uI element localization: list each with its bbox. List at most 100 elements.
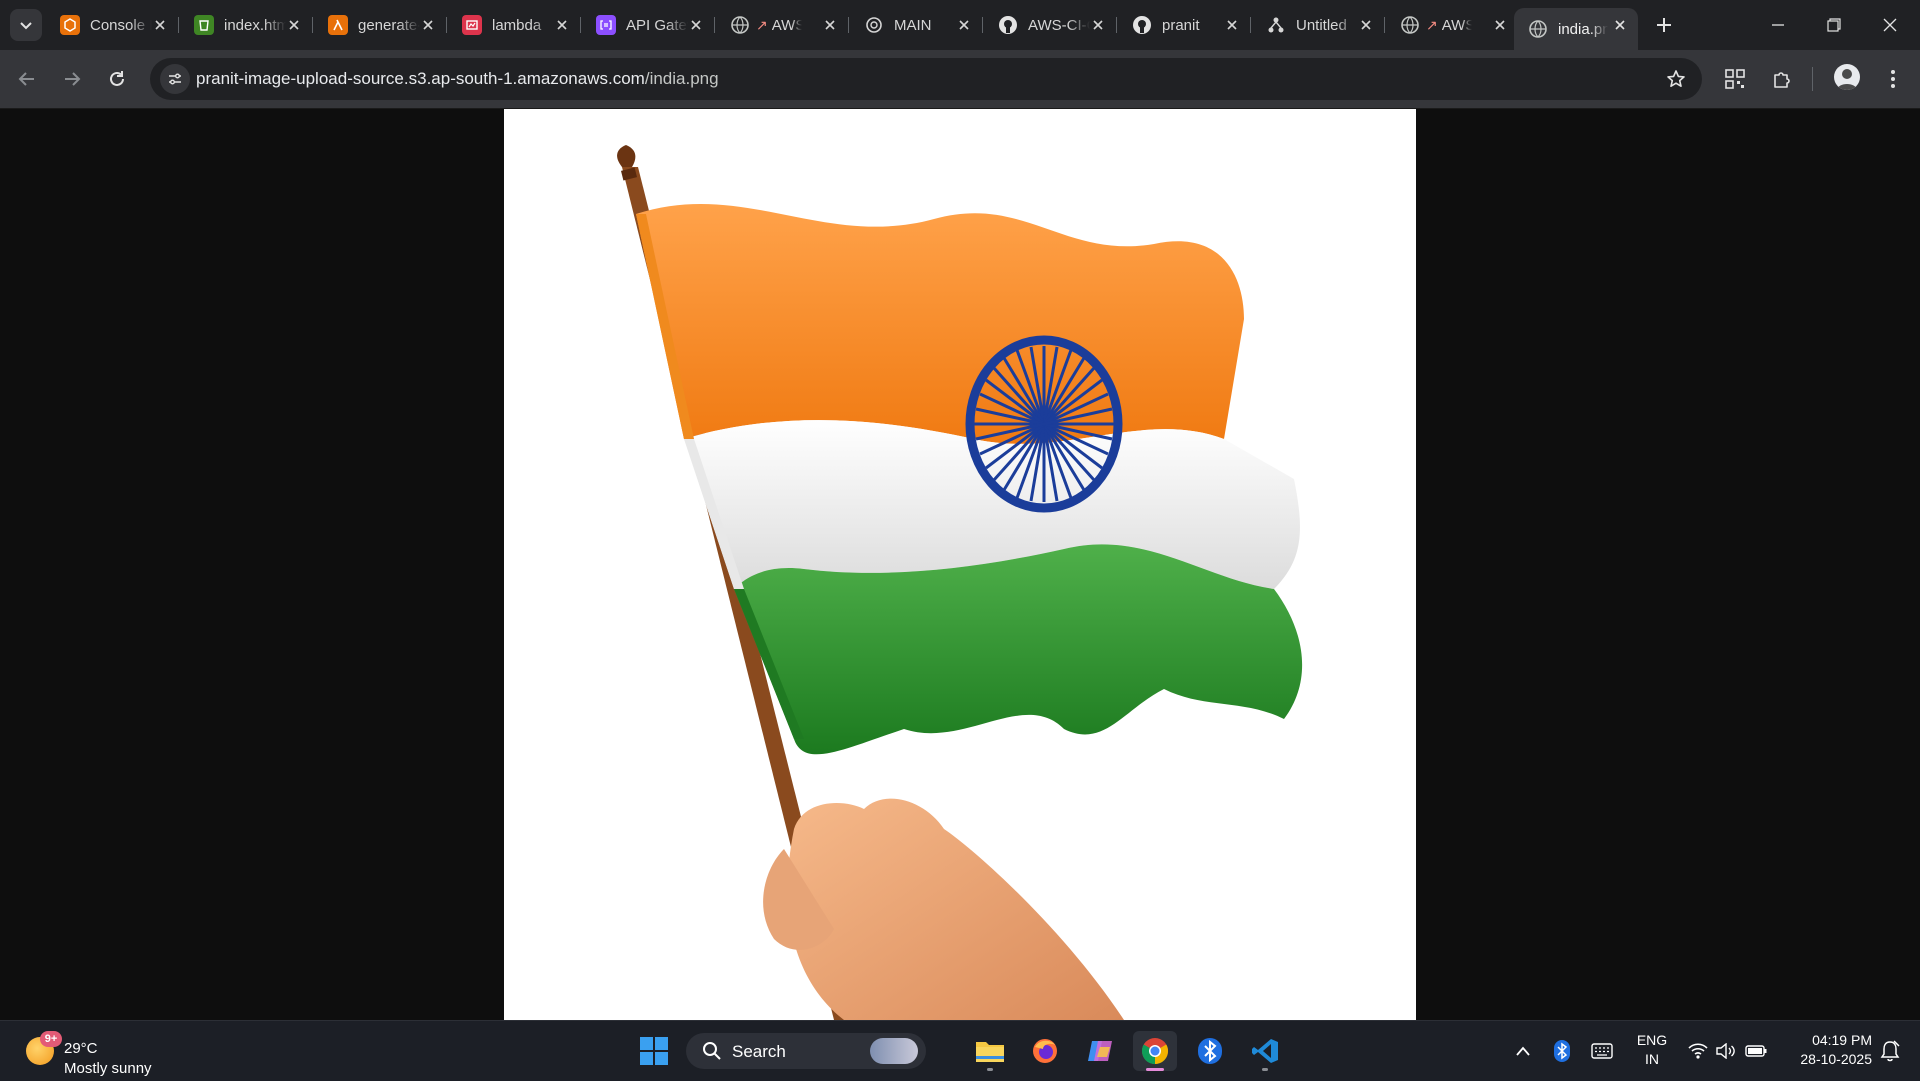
- vscode-app[interactable]: [1243, 1031, 1287, 1071]
- close-icon[interactable]: [1222, 15, 1242, 35]
- minimize-button[interactable]: [1750, 0, 1806, 50]
- file-explorer-app[interactable]: [968, 1031, 1012, 1071]
- reload-button[interactable]: [102, 64, 132, 94]
- tab-strip: Console Home index.html generate-thumbna…: [0, 0, 1920, 50]
- close-icon[interactable]: [150, 15, 170, 35]
- close-icon[interactable]: [284, 15, 304, 35]
- tab-title: Console Home: [90, 16, 152, 34]
- tab-console-home[interactable]: Console Home: [46, 8, 179, 42]
- tab-pranit[interactable]: pranit: [1118, 8, 1251, 42]
- tab-aws-1[interactable]: ↗ AWS: [716, 8, 849, 42]
- weather-widget[interactable]: 9+ 29°C Mostly sunny: [24, 1029, 184, 1077]
- language-region: IN: [1645, 1051, 1659, 1067]
- diagram-icon: [1266, 15, 1286, 35]
- vscode-icon: [1252, 1039, 1278, 1063]
- page-viewport: [0, 109, 1920, 1020]
- close-icon[interactable]: [1088, 15, 1108, 35]
- tab-index-html[interactable]: index.html: [180, 8, 313, 42]
- plus-icon: [1657, 18, 1671, 32]
- bluetooth-icon: [1198, 1038, 1222, 1064]
- close-icon[interactable]: [1356, 15, 1376, 35]
- copilot-app[interactable]: [1078, 1031, 1122, 1071]
- tab-aws-ci-cd[interactable]: AWS-CI-CD: [984, 8, 1117, 42]
- restore-button[interactable]: [1806, 0, 1862, 50]
- system-clock[interactable]: 04:19 PM 28-10-2025: [1772, 1031, 1872, 1069]
- profile-avatar[interactable]: [1834, 64, 1860, 90]
- taskbar-search[interactable]: Search: [686, 1033, 926, 1069]
- url-text[interactable]: pranit-image-upload-source.s3.ap-south-1…: [196, 69, 719, 89]
- windows-logo-icon: [640, 1037, 668, 1065]
- firefox-app[interactable]: [1023, 1031, 1067, 1071]
- tray-bluetooth[interactable]: [1548, 1033, 1576, 1069]
- url-path: /india.png: [644, 69, 719, 88]
- url-host: pranit-image-upload-source.s3.ap-south-1…: [196, 69, 645, 88]
- arrow-right-icon: [65, 72, 81, 86]
- close-icon[interactable]: [418, 15, 438, 35]
- close-icon[interactable]: [1490, 15, 1510, 35]
- tab-title: generate-thumbnail: [358, 16, 420, 34]
- site-info-icon[interactable]: [160, 64, 190, 94]
- more-vertical-icon: [1891, 70, 1895, 88]
- windows-taskbar: 9+ 29°C Mostly sunny Search ENG IN 04:19…: [0, 1020, 1920, 1081]
- qr-code-button[interactable]: [1720, 64, 1750, 94]
- search-icon: [703, 1042, 721, 1060]
- tab-untitled[interactable]: Untitled: [1252, 8, 1385, 42]
- aws-console-icon: [60, 15, 80, 35]
- bookmark-star-icon[interactable]: [1664, 67, 1688, 91]
- back-button[interactable]: [12, 64, 42, 94]
- tab-generate-thumbnail[interactable]: generate-thumbnail: [314, 8, 447, 42]
- close-icon[interactable]: [954, 15, 974, 35]
- tray-keyboard[interactable]: [1588, 1033, 1616, 1069]
- tray-volume[interactable]: [1714, 1033, 1738, 1069]
- tray-wifi[interactable]: [1684, 1033, 1712, 1069]
- browser-toolbar: pranit-image-upload-source.s3.ap-south-1…: [0, 50, 1920, 109]
- tab-title: AWS: [1441, 16, 1472, 34]
- clock-time: 04:19 PM: [1812, 1032, 1872, 1048]
- notification-badge: 9+: [40, 1031, 62, 1047]
- tab-aws-2[interactable]: ↗ AWS: [1386, 8, 1518, 42]
- keyboard-icon: [1591, 1043, 1613, 1059]
- forward-button[interactable]: [57, 64, 87, 94]
- tab-search-button[interactable]: [10, 9, 42, 41]
- tab-title: AWS-CI-CD: [1028, 16, 1090, 34]
- close-icon[interactable]: [552, 15, 572, 35]
- battery-icon: [1745, 1045, 1767, 1057]
- firefox-icon: [1033, 1039, 1057, 1063]
- tab-india-png[interactable]: india.png: [1514, 8, 1638, 50]
- arrow-left-icon: [18, 72, 34, 86]
- extensions-button[interactable]: [1767, 64, 1797, 94]
- api-gateway-icon: [596, 15, 616, 35]
- tab-lambda[interactable]: lambda: [448, 8, 581, 42]
- bluetooth-app[interactable]: [1188, 1031, 1232, 1071]
- tab-api-gateway[interactable]: API Gateway: [582, 8, 715, 42]
- show-hidden-icons[interactable]: [1508, 1033, 1538, 1069]
- minimize-icon: [1772, 24, 1784, 26]
- s3-bucket-icon: [194, 15, 214, 35]
- input-language[interactable]: ENG IN: [1628, 1031, 1676, 1069]
- weather-condition: Mostly sunny: [64, 1060, 152, 1077]
- chrome-app[interactable]: [1133, 1031, 1177, 1071]
- tab-title: pranit: [1162, 16, 1200, 34]
- tab-title: index.html: [224, 16, 286, 34]
- notification-center[interactable]: [1876, 1033, 1904, 1069]
- puzzle-icon: [1774, 72, 1790, 88]
- speaker-icon: [1716, 1043, 1735, 1059]
- india-flag-illustration: [617, 145, 1303, 1020]
- tab-main[interactable]: MAIN: [850, 8, 983, 42]
- chrome-menu-button[interactable]: [1878, 64, 1908, 94]
- tray-battery[interactable]: [1742, 1033, 1770, 1069]
- address-bar[interactable]: pranit-image-upload-source.s3.ap-south-1…: [150, 58, 1702, 100]
- close-icon[interactable]: [820, 15, 840, 35]
- chevron-up-icon: [1516, 1046, 1530, 1056]
- close-icon[interactable]: [1610, 15, 1630, 35]
- new-tab-button[interactable]: [1650, 11, 1678, 39]
- close-window-button[interactable]: [1862, 0, 1918, 50]
- india-flag-image[interactable]: [504, 109, 1416, 1020]
- close-icon[interactable]: [686, 15, 706, 35]
- clock-date: 28-10-2025: [1800, 1051, 1872, 1067]
- toolbar-divider: [1812, 67, 1813, 91]
- tab-title: MAIN: [894, 16, 932, 34]
- chevron-down-icon: [20, 22, 32, 30]
- start-button[interactable]: [632, 1031, 676, 1071]
- tab-title: Untitled: [1296, 16, 1347, 34]
